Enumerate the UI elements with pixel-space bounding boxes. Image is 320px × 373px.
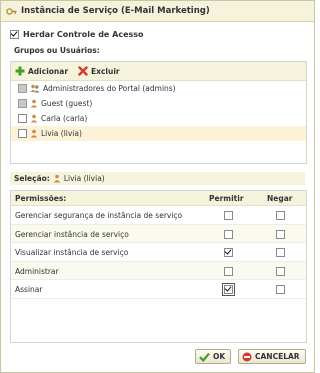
- allow-checkbox[interactable]: [224, 229, 233, 239]
- users-toolbar: Adicionar Excluir: [11, 62, 306, 81]
- remove-label: Excluir: [91, 66, 120, 76]
- deny-checkbox[interactable]: [276, 248, 285, 258]
- allow-checkbox[interactable]: [222, 283, 235, 297]
- selection-label: Seleção:: [14, 174, 50, 183]
- allow-checkbox[interactable]: [224, 248, 233, 258]
- cancel-label: CANCELAR: [255, 352, 300, 361]
- cancel-icon: [242, 352, 252, 361]
- users-list-panel: Adicionar Excluir Administradores do Por…: [10, 61, 307, 164]
- permission-label: Administrar: [15, 266, 59, 276]
- user-icon: [30, 129, 38, 138]
- deny-checkbox[interactable]: [276, 266, 285, 276]
- dialog-title: Instância de Serviço (E-Mail Marketing): [21, 6, 210, 16]
- user-label: Carla (carla): [41, 114, 88, 123]
- header-permissions: Permissões:: [15, 194, 67, 203]
- user-checkbox[interactable]: [18, 84, 27, 93]
- user-checkbox[interactable]: [18, 99, 27, 108]
- table-row: Administrar: [11, 261, 306, 281]
- table-row: Gerenciar segurança de instância de serv…: [11, 206, 306, 225]
- permissions-dialog: Instância de Serviço (E-Mail Marketing) …: [0, 0, 315, 373]
- deny-checkbox[interactable]: [276, 285, 285, 295]
- cancel-button[interactable]: CANCELAR: [238, 349, 306, 364]
- permissions-table: Permissões: Permitir Negar Gerenciar seg…: [10, 190, 307, 343]
- table-row: Assinar: [11, 280, 306, 299]
- ok-button[interactable]: OK: [195, 349, 232, 364]
- deny-checkbox[interactable]: [276, 229, 285, 239]
- permission-label: Gerenciar segurança de instância de serv…: [15, 211, 183, 220]
- plus-icon: [15, 66, 25, 76]
- permission-label: Visualizar instância de serviço: [15, 248, 129, 258]
- selection-value: Livia (livia): [63, 174, 105, 183]
- table-row: Visualizar instância de serviço: [11, 243, 306, 262]
- table-row: Gerenciar instância de serviço: [11, 224, 306, 244]
- groups-title: Grupos ou Usuários:: [14, 46, 100, 55]
- user-icon: [30, 99, 38, 108]
- allow-checkbox[interactable]: [224, 266, 233, 276]
- inherit-checkbox[interactable]: [10, 30, 19, 39]
- permission-label: Gerenciar instância de serviço: [15, 229, 129, 239]
- list-item[interactable]: Administradores do Portal (admins): [11, 81, 306, 96]
- list-item-selected[interactable]: Livia (livia): [11, 126, 306, 141]
- user-icon: [30, 114, 38, 123]
- delete-icon: [78, 66, 88, 76]
- header-deny: Negar: [267, 194, 293, 203]
- list-item[interactable]: Carla (carla): [11, 111, 306, 126]
- selection-bar: Seleção: Livia (livia): [10, 172, 305, 185]
- allow-checkbox[interactable]: [224, 211, 233, 220]
- group-icon: [30, 84, 40, 93]
- add-button[interactable]: Adicionar: [15, 66, 68, 76]
- header-allow: Permitir: [209, 194, 244, 203]
- check-icon: [199, 352, 210, 362]
- user-label: Administradores do Portal (admins): [43, 84, 176, 93]
- permission-label: Assinar: [15, 285, 43, 295]
- user-label: Guest (guest): [41, 99, 93, 108]
- add-label: Adicionar: [28, 66, 69, 76]
- inherit-access-control: Herdar Controle de Acesso: [10, 30, 144, 39]
- user-icon: [53, 174, 61, 183]
- dialog-titlebar: Instância de Serviço (E-Mail Marketing): [1, 1, 314, 22]
- user-checkbox[interactable]: [18, 114, 27, 123]
- remove-button[interactable]: Excluir: [78, 66, 120, 76]
- user-label: Livia (livia): [41, 129, 82, 138]
- deny-checkbox[interactable]: [276, 211, 285, 220]
- key-icon: [6, 7, 17, 15]
- permissions-header: Permissões: Permitir Negar: [11, 191, 306, 206]
- inherit-label: Herdar Controle de Acesso: [23, 30, 144, 39]
- list-item[interactable]: Guest (guest): [11, 96, 306, 111]
- user-checkbox[interactable]: [18, 129, 27, 138]
- ok-label: OK: [213, 352, 226, 361]
